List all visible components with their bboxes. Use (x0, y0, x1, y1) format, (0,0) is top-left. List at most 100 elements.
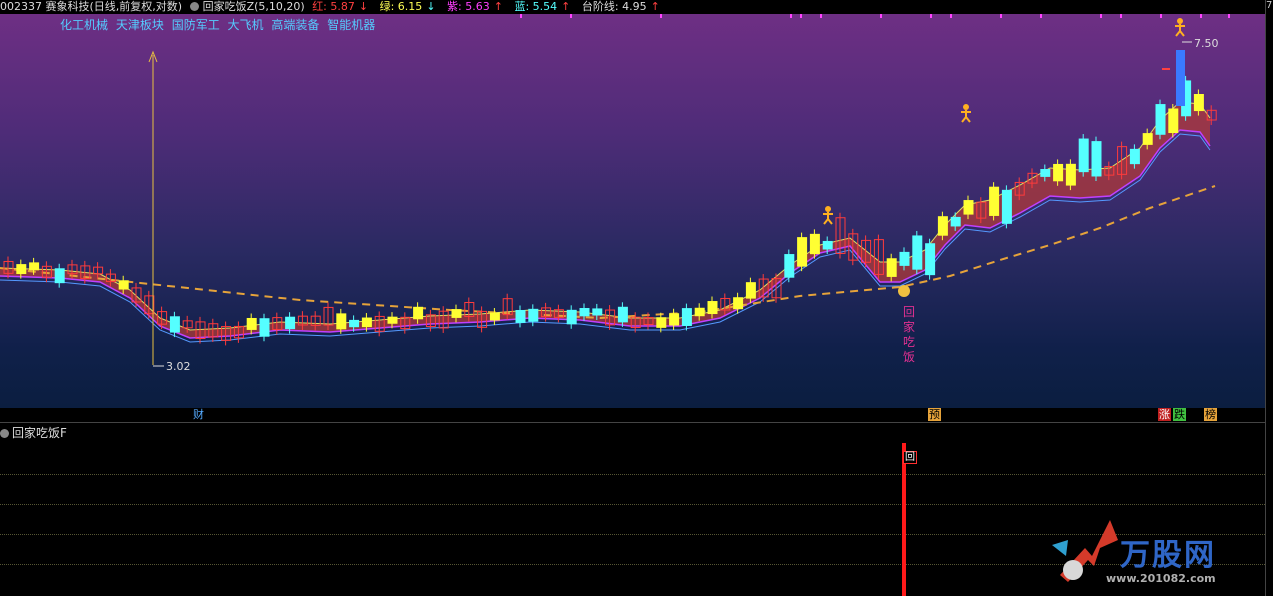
sector-tag[interactable]: 智能机器 (327, 18, 375, 32)
candle (515, 309, 526, 323)
arrow-icon: ↑ (493, 0, 503, 13)
indicator-settings-icon[interactable] (189, 2, 199, 11)
chart-header: 002337 赛象科技(日线,前复权,对数) 回家吃饭Z(5,10,20) 红:… (0, 0, 1265, 14)
finance-mark[interactable]: 财 (192, 408, 205, 421)
candle (694, 307, 705, 317)
candle (745, 282, 756, 299)
tick-mark (1000, 14, 1002, 18)
sector-tag[interactable]: 国防军工 (172, 18, 220, 32)
tick-mark (1160, 14, 1162, 18)
candle (1078, 138, 1089, 173)
candle (809, 233, 820, 255)
candle (950, 216, 961, 227)
figure-icon (963, 104, 969, 110)
indicator-name[interactable]: 回家吃饭Z(5,10,20) (203, 0, 305, 13)
candle (1193, 93, 1204, 112)
candle (246, 317, 257, 330)
candle (1091, 141, 1102, 177)
candle (822, 240, 833, 250)
sector-tag[interactable]: 天津板块 (116, 18, 164, 32)
arrow-icon: ↑ (650, 0, 660, 13)
axis-value: 7 (1266, 0, 1273, 11)
candle (592, 308, 603, 316)
right-axis[interactable] (1265, 0, 1273, 596)
tick-mark (930, 14, 932, 18)
candle (489, 312, 500, 321)
candle (1065, 163, 1076, 186)
step-line-value: 台阶线: 4.95 ↑ (581, 0, 660, 13)
limit-down-mark[interactable]: 跌 (1173, 408, 1186, 421)
indicator-settings-icon[interactable] (0, 429, 9, 438)
forecast-mark[interactable]: 预 (928, 408, 941, 421)
candle (16, 264, 27, 275)
money-bag-icon (898, 285, 910, 297)
low-price-label: 3.02 (166, 360, 191, 373)
green-line-value: 绿: 6.15 ↓ (379, 0, 436, 13)
tick-mark (880, 14, 882, 18)
candle (989, 186, 1000, 216)
grid-line (0, 534, 1265, 535)
arrow-icon: ↑ (561, 0, 571, 13)
candle (29, 262, 40, 271)
sector-tag[interactable]: 化工机械 (60, 18, 108, 32)
candle (925, 243, 936, 276)
candle (259, 318, 270, 337)
grid-line (0, 474, 1265, 475)
tick-mark (950, 14, 952, 18)
sector-tag[interactable]: 高端装备 (271, 18, 319, 32)
tick-mark (820, 14, 822, 18)
candle (617, 306, 628, 323)
candle (1176, 50, 1185, 106)
candle (797, 237, 808, 267)
sector-tags: 化工机械 天津板块 国防军工 大飞机 高端装备 智能机器 (60, 16, 379, 33)
ma-line (0, 129, 1211, 339)
arrow-icon: ↓ (358, 0, 369, 13)
candle (349, 319, 360, 328)
candle (886, 258, 897, 277)
candle (1162, 68, 1170, 70)
tick-mark (520, 14, 522, 18)
candle (1053, 163, 1064, 182)
candle (912, 235, 923, 270)
ma-line (0, 101, 1211, 331)
figure-icon (1177, 18, 1183, 24)
grid-line (0, 504, 1265, 505)
candle (1168, 108, 1179, 134)
candle (54, 268, 65, 284)
candle (387, 316, 398, 324)
sub-indicator-panel[interactable] (0, 423, 1265, 596)
tick-mark (1120, 14, 1122, 18)
candle (1142, 133, 1153, 145)
candle (899, 251, 910, 266)
figure-icon (961, 110, 971, 123)
candle (1129, 148, 1140, 165)
grid-line (0, 564, 1265, 565)
candle (669, 313, 680, 326)
signal-bar (902, 443, 906, 596)
stock-title[interactable]: 002337 赛象科技(日线,前复权,对数) (0, 0, 182, 13)
high-price-label: 7.50 (1194, 37, 1219, 50)
candle (1001, 189, 1012, 224)
candle (733, 297, 744, 310)
sector-tag[interactable]: 大飞机 (228, 18, 264, 32)
limit-up-mark[interactable]: 涨 (1158, 408, 1171, 421)
watermark-url: www.201082.com (1106, 572, 1216, 585)
tick-mark (660, 14, 662, 18)
candle (413, 306, 424, 320)
tick-mark (1200, 14, 1202, 18)
sub-panel-title[interactable]: 回家吃饭F (0, 424, 67, 441)
tick-mark (1228, 14, 1230, 18)
candle (285, 316, 296, 330)
purple-line-value: 紫: 5.63 ↑ (447, 0, 503, 13)
candle (963, 200, 974, 215)
ma-line (0, 133, 1211, 343)
figure-icon (1175, 24, 1185, 37)
candle (118, 280, 129, 290)
tick-mark (790, 14, 792, 18)
ranking-mark[interactable]: 榜 (1204, 408, 1217, 421)
tick-mark (570, 14, 572, 18)
ma-band (0, 102, 1210, 338)
candle (707, 301, 718, 315)
tick-mark (1100, 14, 1102, 18)
candle (336, 313, 347, 330)
